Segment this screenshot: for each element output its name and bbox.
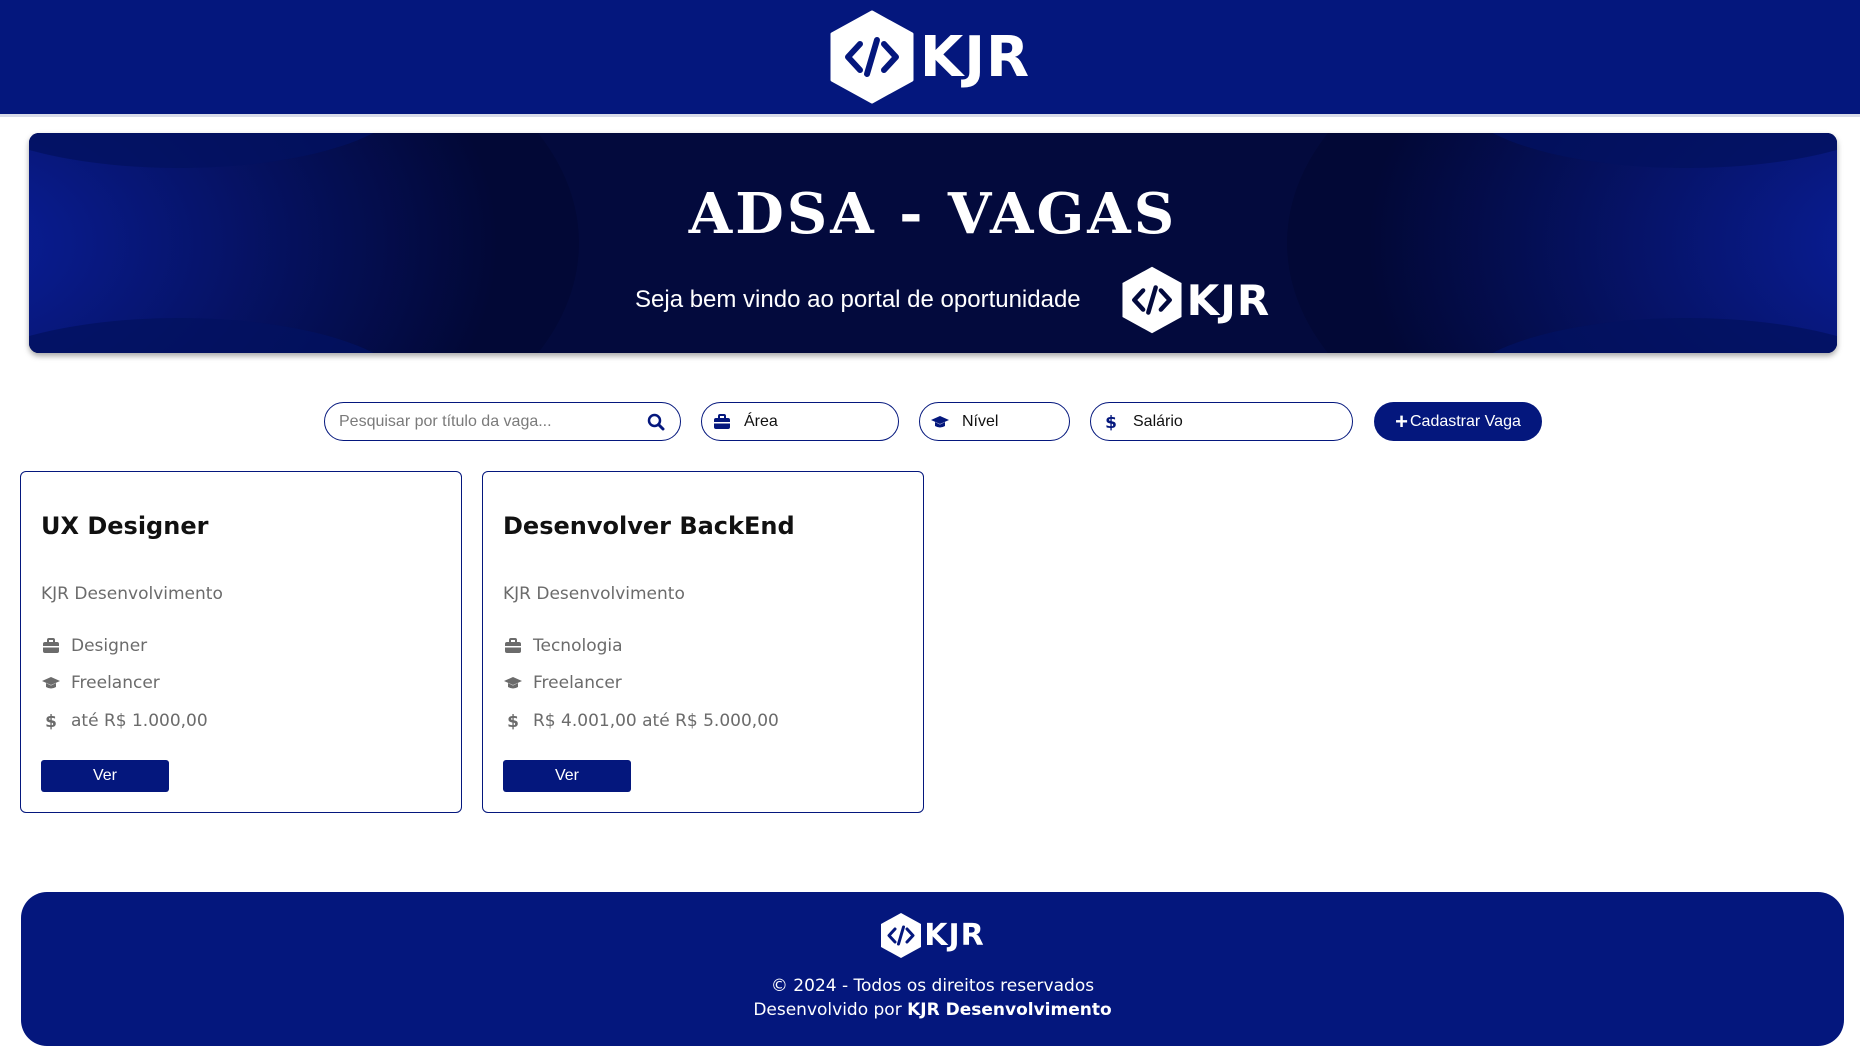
- job-salary: $ R$ 4.001,00 até R$ 5.000,00: [503, 711, 779, 731]
- job-area: Tecnologia: [503, 636, 623, 656]
- banner-title: ADSA - VAGAS: [688, 181, 1178, 247]
- job-title: Desenvolver BackEnd: [503, 512, 795, 540]
- svg-text:$: $: [507, 712, 519, 731]
- dollar-icon: $: [503, 711, 523, 731]
- footer-developer: Desenvolvido por KJR Desenvolvimento: [21, 1000, 1844, 1020]
- job-company: KJR Desenvolvimento: [503, 584, 685, 604]
- footer-logo-text: KJR: [924, 918, 985, 953]
- graduation-cap-icon: [930, 412, 950, 432]
- job-level: Freelancer: [41, 673, 160, 693]
- job-salary: $ até R$ 1.000,00: [41, 711, 208, 731]
- filter-bar: Pesquisar por título da vaga... Área Nív…: [0, 402, 1860, 442]
- header-divider: [0, 114, 1860, 117]
- search-icon[interactable]: [646, 412, 666, 432]
- search-input[interactable]: Pesquisar por título da vaga...: [324, 402, 681, 441]
- job-title: UX Designer: [41, 512, 209, 540]
- nivel-select[interactable]: Nível: [919, 402, 1070, 441]
- plus-icon: +: [1395, 408, 1408, 434]
- view-job-button[interactable]: Ver: [503, 760, 631, 792]
- footer-dev-prefix: Desenvolvido por: [753, 1000, 908, 1020]
- job-card: Desenvolver BackEnd KJR Desenvolvimento …: [482, 471, 924, 813]
- banner-subtitle: Seja bem vindo ao portal de oportunidade: [635, 286, 1081, 313]
- footer-copyright: © 2024 - Todos os direitos reservados: [770, 976, 1095, 996]
- dollar-icon: $: [41, 711, 61, 731]
- area-select[interactable]: Área: [701, 402, 899, 441]
- job-salary-label: R$ 4.001,00 até R$ 5.000,00: [533, 711, 779, 731]
- hero-banner: ADSA - VAGAS Seja bem vindo ao portal de…: [29, 133, 1837, 353]
- svg-text:$: $: [1105, 413, 1117, 432]
- search-placeholder: Pesquisar por título da vaga...: [339, 412, 552, 430]
- salario-select[interactable]: $ Salário: [1090, 402, 1353, 441]
- job-area: Designer: [41, 636, 147, 656]
- salario-select-label: Salário: [1133, 412, 1183, 430]
- nivel-select-label: Nível: [962, 412, 999, 430]
- code-hexagon-icon: [881, 913, 922, 958]
- area-select-label: Área: [744, 412, 778, 430]
- banner-logo: KJR: [1121, 265, 1271, 335]
- footer: KJR © 2024 - Todos os direitos reservado…: [21, 892, 1844, 1046]
- banner-logo-text: KJR: [1186, 275, 1271, 325]
- job-level: Freelancer: [503, 673, 622, 693]
- code-hexagon-icon: [1122, 266, 1182, 334]
- graduation-cap-icon: [41, 673, 61, 693]
- job-salary-label: até R$ 1.000,00: [71, 711, 208, 731]
- header-logo-text: KJR: [919, 24, 1031, 90]
- view-job-button[interactable]: Ver: [41, 760, 169, 792]
- footer-dev-name: KJR Desenvolvimento: [907, 1000, 1112, 1020]
- job-level-label: Freelancer: [533, 673, 622, 693]
- top-header: KJR: [0, 0, 1860, 114]
- briefcase-icon: [41, 636, 61, 656]
- job-area-label: Designer: [71, 636, 148, 656]
- footer-logo: KJR: [21, 912, 1844, 959]
- dollar-icon: $: [1101, 412, 1121, 432]
- job-card: UX Designer KJR Desenvolvimento Designer…: [20, 471, 462, 813]
- code-hexagon-icon: [830, 10, 914, 104]
- header-logo[interactable]: KJR: [830, 10, 1030, 104]
- banner-subtitle-row: Seja bem vindo ao portal de oportunidade…: [635, 265, 1270, 335]
- job-area-label: Tecnologia: [533, 636, 623, 656]
- add-job-button-label: Cadastrar Vaga: [1409, 412, 1521, 430]
- briefcase-icon: [712, 412, 732, 432]
- briefcase-icon: [503, 636, 523, 656]
- job-company: KJR Desenvolvimento: [41, 584, 223, 604]
- svg-text:$: $: [45, 712, 57, 731]
- graduation-cap-icon: [503, 673, 523, 693]
- job-level-label: Freelancer: [71, 673, 160, 693]
- add-job-button[interactable]: + Cadastrar Vaga: [1374, 402, 1542, 441]
